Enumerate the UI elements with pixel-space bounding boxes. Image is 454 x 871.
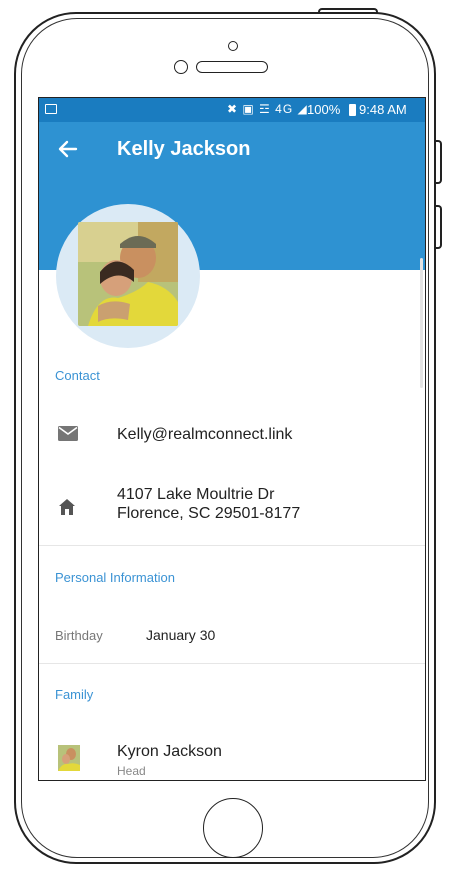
family-member-name[interactable]: Kyron Jackson [117, 743, 222, 761]
family-member-role: Head [117, 764, 146, 778]
email-link[interactable]: Kelly@realmconnect.link [117, 426, 292, 444]
front-camera [228, 41, 238, 51]
scrollbar[interactable] [420, 258, 423, 388]
status-time: 9:48 AM [359, 102, 407, 117]
family-section-label: Family [55, 687, 94, 702]
profile-photo [78, 222, 178, 326]
divider [39, 545, 425, 546]
battery-icon [349, 104, 356, 116]
status-icons: ✖ ▣ ☲ 4G ◢ [227, 102, 308, 116]
back-arrow-icon[interactable] [57, 138, 81, 162]
family-member-avatar[interactable] [58, 745, 80, 771]
address-line-1: 4107 Lake Moultrie Dr [117, 486, 275, 503]
birthday-label: Birthday [55, 628, 103, 643]
phone-mockup: ✖ ▣ ☲ 4G ◢ 100% 9:48 AM Kelly Jackson Co… [0, 0, 454, 871]
page-title: Kelly Jackson [117, 138, 251, 160]
app-screen: ✖ ▣ ☲ 4G ◢ 100% 9:48 AM Kelly Jackson Co… [38, 97, 426, 781]
earpiece-speaker [196, 61, 268, 73]
notification-icon [45, 104, 57, 114]
address-text[interactable]: 4107 Lake Moultrie Dr Florence, SC 29501… [117, 485, 300, 523]
contact-section-label: Contact [55, 368, 100, 383]
personal-section-label: Personal Information [55, 570, 175, 585]
home-address-icon [58, 498, 76, 516]
email-icon [58, 426, 78, 441]
address-line-2: Florence, SC 29501-8177 [117, 505, 301, 522]
battery-percent: 100% [307, 102, 341, 117]
profile-avatar[interactable] [56, 204, 200, 348]
birthday-value: January 30 [146, 627, 216, 643]
status-bar: ✖ ▣ ☲ 4G ◢ 100% 9:48 AM [39, 98, 425, 122]
proximity-sensor [174, 60, 188, 74]
divider [39, 663, 425, 664]
home-button[interactable] [203, 798, 263, 858]
